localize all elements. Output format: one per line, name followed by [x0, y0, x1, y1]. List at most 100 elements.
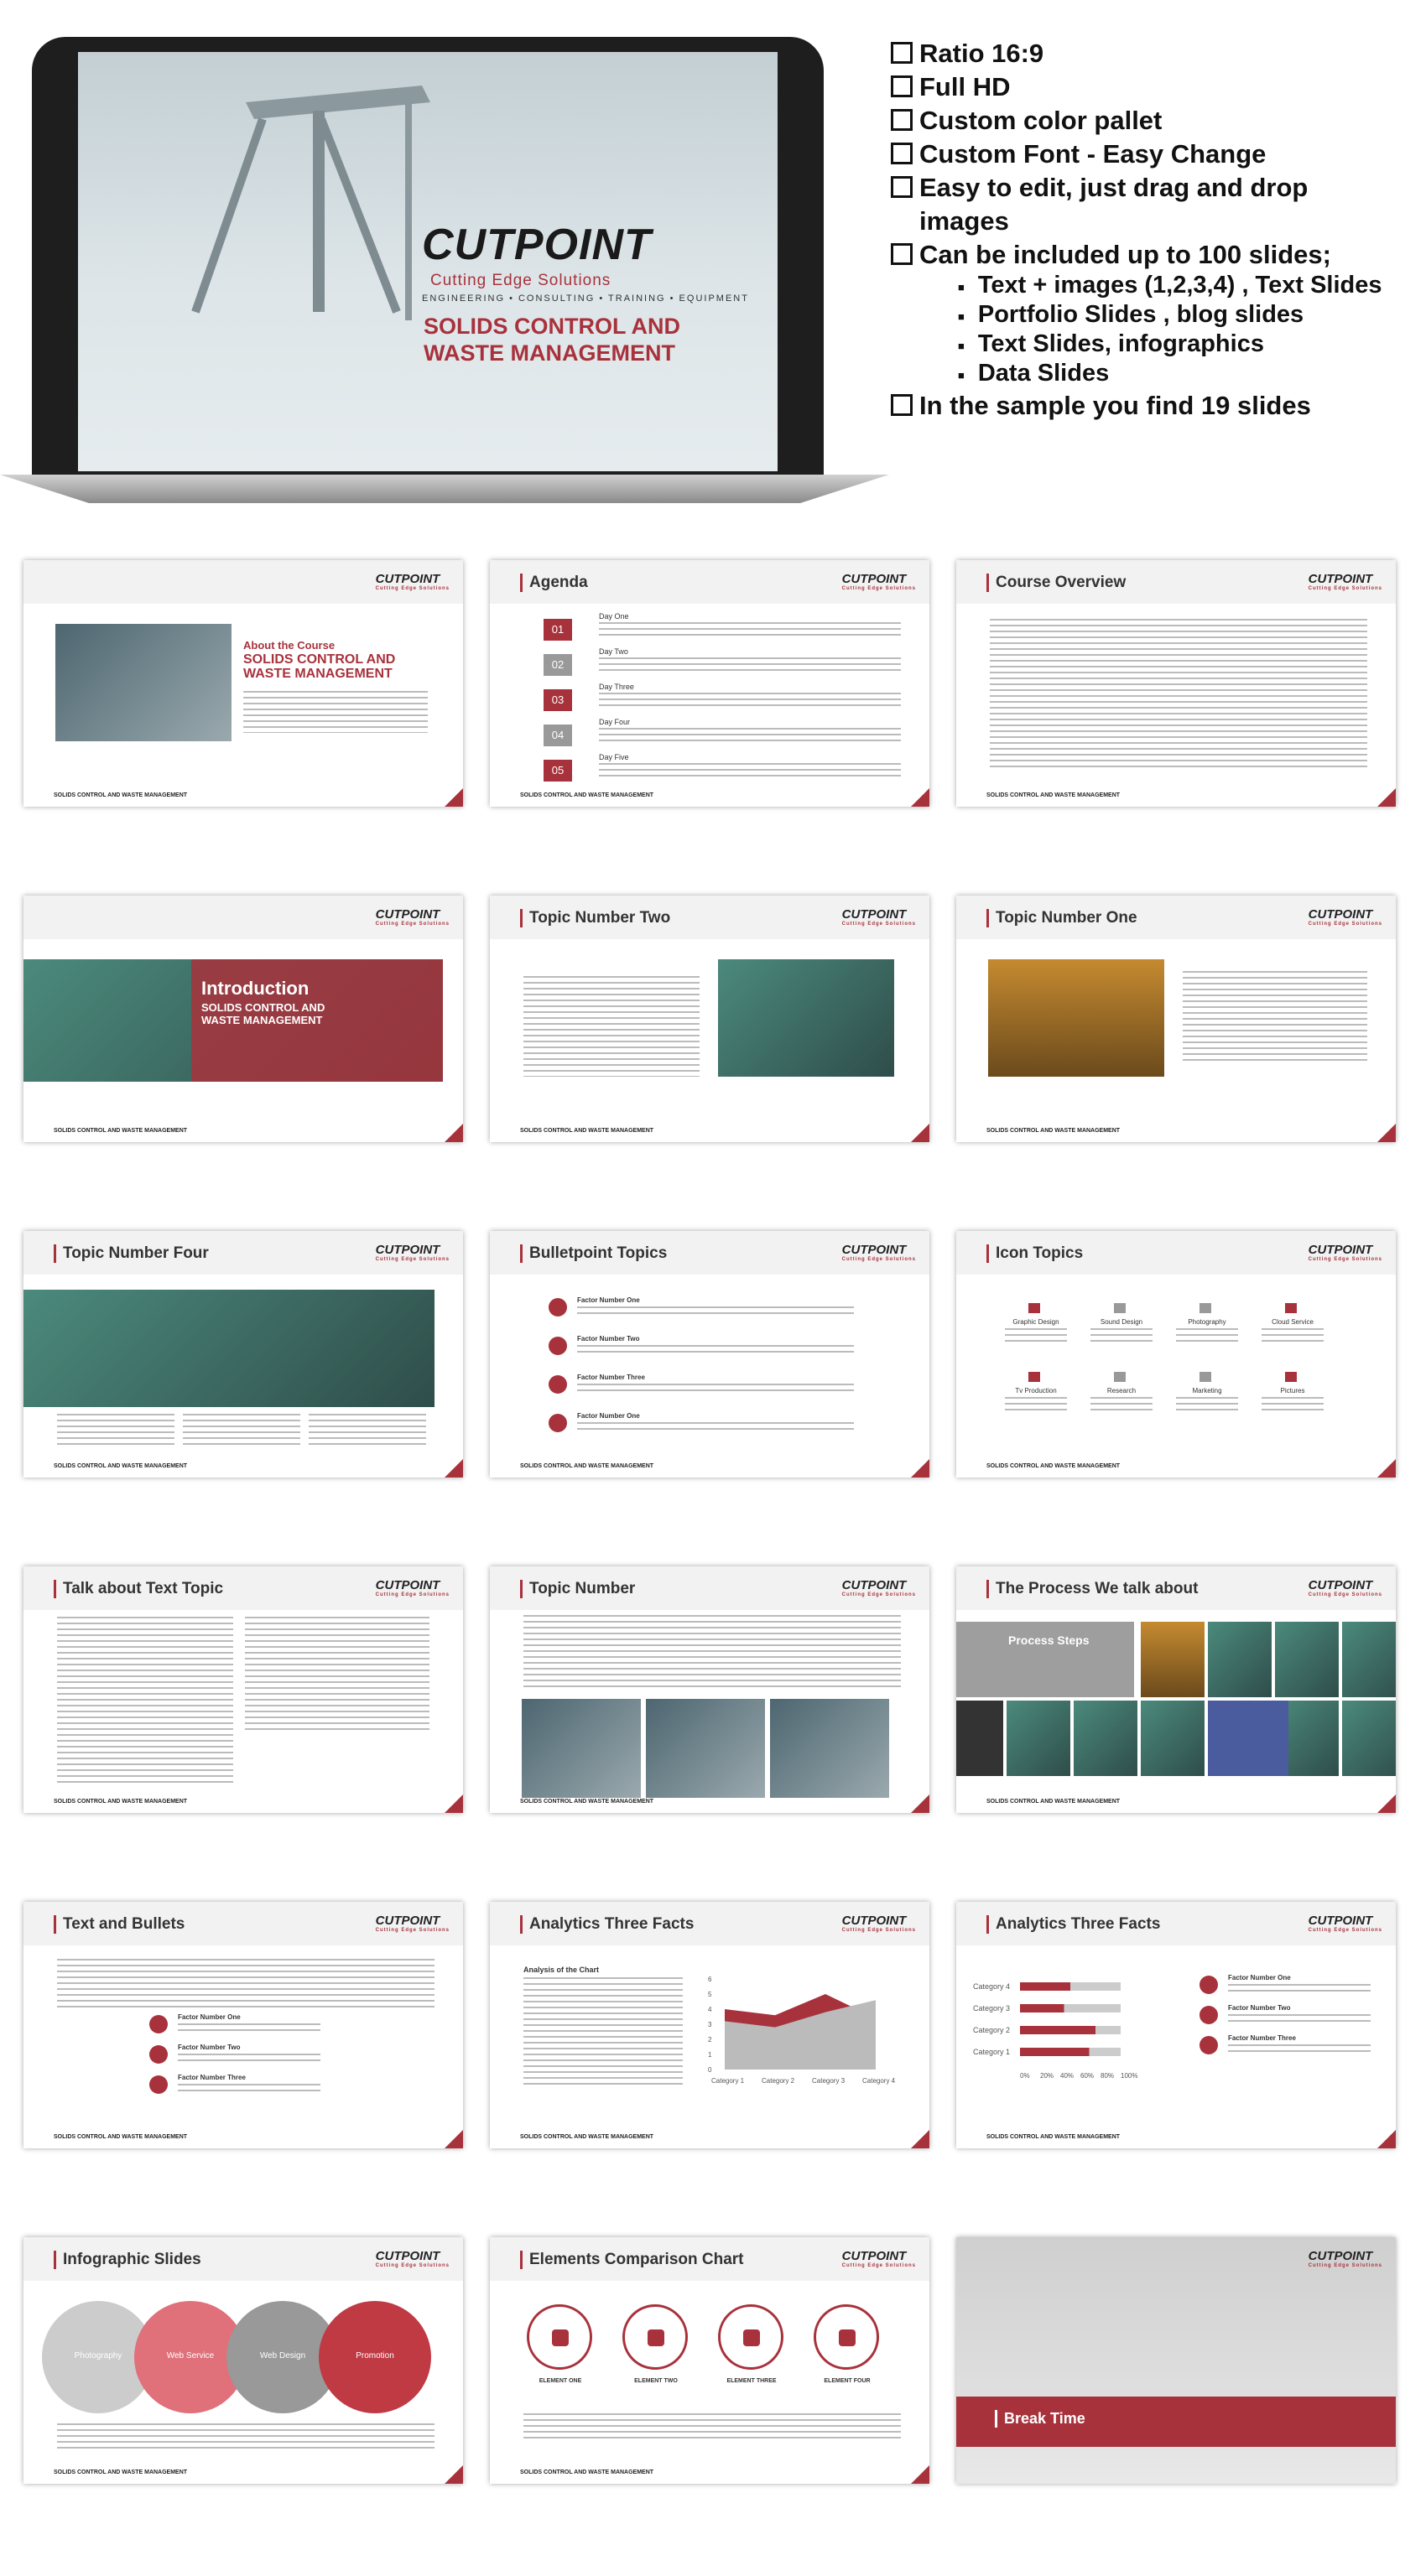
slide-logo: CUTPOINT Cutting Edge Solutions	[842, 1243, 916, 1262]
factor-label: Factor Number Three	[178, 2074, 246, 2081]
topic-text	[1090, 1397, 1153, 1414]
laptop-screen: CUTPOINT Cutting Edge Solutions ENGINEER…	[78, 52, 778, 471]
slide-thumbnail[interactable]: CUTPOINT Cutting Edge Solutions SOLIDS CON…	[23, 560, 463, 807]
slide-thumbnail[interactable]: CUTPOINT Cutting Edge Solutions Course Ove…	[956, 560, 1396, 807]
factor-text	[577, 1384, 854, 1395]
slide-logo: CUTPOINT Cutting Edge Solutions	[1309, 1914, 1382, 1933]
feature-subitem: Portfolio Slides , blog slides	[958, 301, 1394, 330]
slide-logo-tagline: Cutting Edge Solutions	[1308, 922, 1382, 927]
bullet-text	[183, 1414, 300, 1447]
slide-thumbnail[interactable]: CUTPOINT Cutting Edge Solutions Text and B…	[23, 1902, 463, 2148]
element-label: ELEMENT TWO	[634, 2378, 678, 2384]
hero-title-line2: WASTE MANAGEMENT	[424, 340, 675, 366]
area-tick-label: 1	[708, 2051, 712, 2059]
factor-label: Factor Number One	[1228, 1974, 1291, 1981]
gallery-image	[770, 1699, 889, 1798]
factor-text	[577, 1306, 854, 1318]
slide-corner	[445, 2465, 463, 2484]
agenda-number: 04	[544, 724, 572, 746]
body-text	[990, 619, 1367, 770]
topic-icon	[1285, 1372, 1297, 1382]
slide-logo-tagline: Cutting Edge Solutions	[1308, 1257, 1382, 1262]
slide-thumbnail[interactable]: CUTPOINT Cutting Edge Solutions Break Time	[956, 2237, 1396, 2484]
bar-mark	[1020, 2004, 1064, 2012]
slide-thumbnail[interactable]: CUTPOINT Cutting Edge Solutions The Proces…	[956, 1566, 1396, 1813]
slide-thumbnail[interactable]: CUTPOINT Cutting Edge Solutions Elements C…	[490, 2237, 929, 2484]
slide-thumbnail[interactable]: CUTPOINT Cutting Edge Solutions Infographi…	[23, 2237, 463, 2484]
factor-icon	[549, 1298, 567, 1317]
slide-logo: CUTPOINT Cutting Edge Solutions	[1309, 1243, 1382, 1262]
body-text	[523, 2413, 901, 2438]
topic-label: Cloud Service	[1272, 1318, 1314, 1326]
slide-footer: SOLIDS CONTROL AND WASTE MANAGEMENT	[54, 1799, 188, 1805]
feature-item: Can be included up to 100 slides;	[891, 238, 1394, 272]
hero-services: ENGINEERING • CONSULTING • TRAINING • EQ…	[422, 293, 749, 304]
factor-label: Factor Number Three	[1228, 2034, 1296, 2042]
agenda-day: Day Four	[599, 718, 631, 726]
element-label: ELEMENT THREE	[726, 2378, 777, 2384]
agenda-day: Day Three	[599, 683, 634, 691]
process-image	[956, 1701, 1003, 1776]
topic-text	[1262, 1397, 1324, 1414]
slide-logo-text: CUTPOINT	[841, 907, 907, 922]
process-image	[1342, 1701, 1396, 1776]
equipment-image	[718, 959, 894, 1077]
feature-subitem: Text Slides, infographics	[958, 330, 1394, 360]
slide-logo-tagline: Cutting Edge Solutions	[1308, 2263, 1382, 2268]
equipment-image	[23, 1290, 435, 1407]
slide-footer: SOLIDS CONTROL AND WASTE MANAGEMENT	[986, 2134, 1121, 2140]
slide-title: Topic Number	[520, 1580, 635, 1598]
slide-logo-tagline: Cutting Edge Solutions	[375, 2263, 450, 2268]
topic-text	[1262, 1328, 1324, 1345]
slide-thumbnail[interactable]: CUTPOINT Cutting Edge Solutions Icon Topic…	[956, 1231, 1396, 1478]
factor-icon	[549, 1375, 567, 1394]
slide-corner	[911, 1459, 929, 1478]
factor-text	[178, 2023, 320, 2035]
factor-icon	[1199, 2036, 1218, 2054]
slide-thumbnail[interactable]: CUTPOINT Cutting Edge Solutions Topic Numb…	[490, 896, 929, 1142]
slide-thumbnail[interactable]: CUTPOINT Cutting Edge Solutions Agenda SOLI…	[490, 560, 929, 807]
agenda-number: 03	[544, 689, 572, 711]
checkbox-icon	[891, 42, 913, 64]
slide-corner	[911, 1794, 929, 1813]
factor-icon	[149, 2015, 168, 2033]
area-tick-label: 5	[708, 1991, 712, 1998]
slide-logo: CUTPOINT Cutting Edge Solutions	[376, 1578, 450, 1597]
element-label: ELEMENT FOUR	[824, 2378, 871, 2384]
slide-corner	[911, 2130, 929, 2148]
slide-logo-tagline: Cutting Edge Solutions	[841, 1257, 916, 1262]
topic-icon	[1199, 1303, 1211, 1313]
hero-logo: CUTPOINT	[422, 221, 652, 269]
slide-title: Topic Number Two	[520, 909, 670, 927]
slide-thumbnail[interactable]: CUTPOINT Cutting Edge Solutions Bulletpoin…	[490, 1231, 929, 1478]
slide-logo: CUTPOINT Cutting Edge Solutions	[842, 1914, 916, 1933]
slide-thumbnail[interactable]: CUTPOINT Cutting Edge Solutions Analytics …	[490, 1902, 929, 2148]
process-image	[1342, 1622, 1396, 1697]
slide-thumbnail[interactable]: CUTPOINT Cutting Edge Solutions Topic Numb…	[23, 1231, 463, 1478]
bar-mark	[1020, 1982, 1070, 1991]
slide-thumbnail[interactable]: CUTPOINT Cutting Edge Solutions Talk about…	[23, 1566, 463, 1813]
topic-label: Research	[1106, 1387, 1137, 1394]
slide-heading: About the Course	[243, 639, 336, 652]
process-image	[1208, 1622, 1272, 1697]
body-text	[57, 2423, 435, 2449]
slide-corner	[1377, 2130, 1396, 2148]
agenda-text	[599, 763, 901, 778]
slide-thumbnail[interactable]: CUTPOINT Cutting Edge Solutions Topic Numb…	[490, 1566, 929, 1813]
area-chart: 0 1 2 3 4 5 6 Category 1 Category 2 Category 3 Cat…	[708, 1976, 896, 2085]
slide-logo: CUTPOINT Cutting Edge Solutions	[1309, 1578, 1382, 1597]
topic-icon	[1114, 1372, 1126, 1382]
slide-thumbnail[interactable]: CUTPOINT Cutting Edge Solutions Analytics …	[956, 1902, 1396, 2148]
feature-item: Easy to edit, just drag and drop images	[891, 171, 1394, 238]
slide-logo-text: CUTPOINT	[375, 1914, 440, 1928]
slide-thumbnail[interactable]: CUTPOINT Cutting Edge Solutions Topic Numb…	[956, 896, 1396, 1142]
feature-item: In the sample you find 19 slides	[891, 389, 1394, 423]
factor-label: Factor Number Three	[577, 1374, 645, 1381]
area-tick-label: 0	[708, 2066, 712, 2074]
slide-footer: SOLIDS CONTROL AND WASTE MANAGEMENT	[54, 2134, 188, 2140]
slide-logo-tagline: Cutting Edge Solutions	[375, 1928, 450, 1933]
slide-title: Course Overview	[986, 574, 1126, 592]
slide-logo-tagline: Cutting Edge Solutions	[375, 922, 450, 927]
area-category-label: Category 3	[812, 2077, 846, 2085]
slide-thumbnail[interactable]: CUTPOINT Cutting Edge Solutions SOLIDS CON…	[23, 896, 463, 1142]
